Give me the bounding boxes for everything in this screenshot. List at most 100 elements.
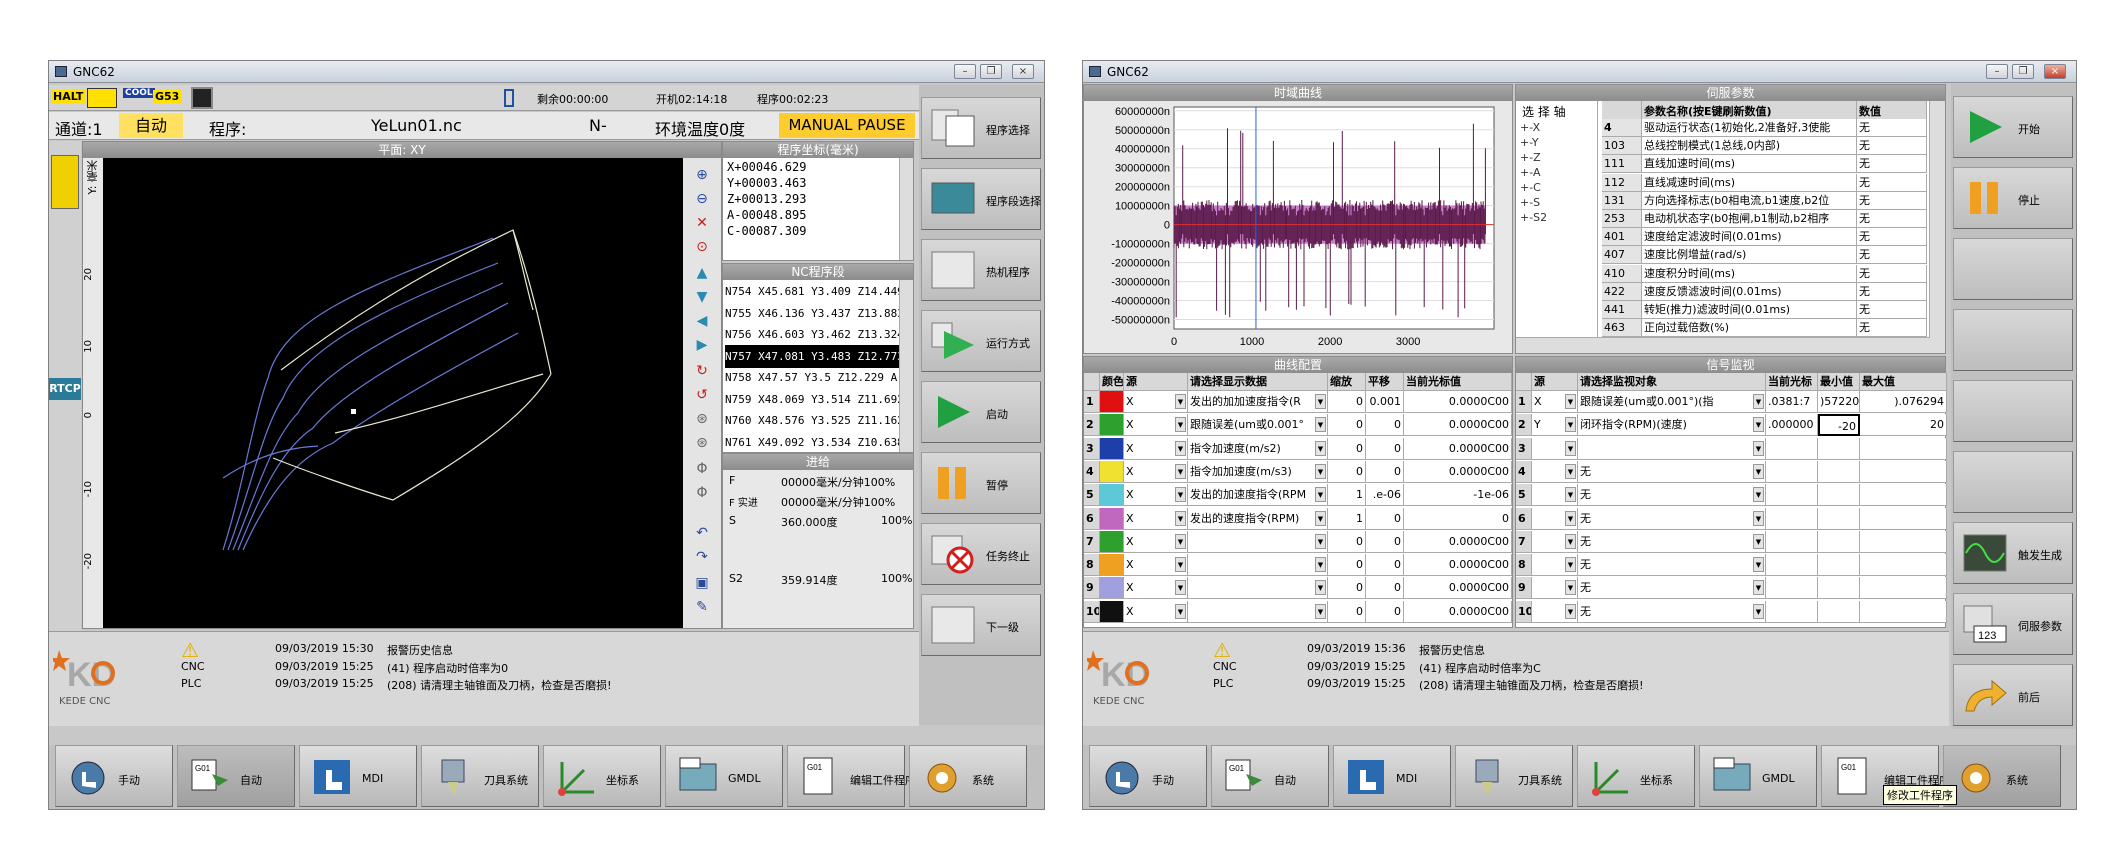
cfg-data-select[interactable]: 发出的加加速度指令(R ▼: [1188, 391, 1328, 413]
cfg-shift-input[interactable]: 0: [1366, 577, 1404, 600]
param-hscrollbar[interactable]: [1516, 337, 1930, 353]
cfg-source-select[interactable]: X ▼: [1124, 484, 1188, 507]
nc-line[interactable]: N759 X48.069 Y3.514 Z11.692: [725, 388, 901, 411]
cfg-data-select[interactable]: ▼: [1188, 554, 1328, 577]
cfg-scale-input[interactable]: 1: [1328, 484, 1366, 507]
cfg-source-select[interactable]: X ▼: [1124, 507, 1188, 530]
sig-source-select[interactable]: ▼: [1532, 484, 1578, 507]
sig-min-input[interactable]: [1818, 577, 1860, 600]
nc-line[interactable]: N756 X46.603 Y3.462 Z13.324: [725, 323, 901, 346]
cfg-data-select[interactable]: ▼: [1188, 577, 1328, 600]
cfg-color-swatch[interactable]: [1100, 507, 1124, 530]
move-left-icon[interactable]: ◀: [691, 310, 713, 332]
maximize-button[interactable]: ❐: [980, 64, 1002, 79]
close-button[interactable]: ×: [1012, 64, 1034, 79]
task-stop-button[interactable]: 任务终止: [921, 523, 1041, 585]
nc-scrollbar[interactable]: [899, 280, 913, 452]
sig-max-input[interactable]: [1860, 600, 1947, 623]
sig-object-select[interactable]: ▼: [1578, 437, 1766, 460]
cfg-shift-input[interactable]: 0: [1366, 507, 1404, 530]
cfg-color-swatch[interactable]: [1100, 577, 1124, 600]
param-name[interactable]: 速度比例增益(rad/s): [1642, 246, 1857, 265]
sig-source-select[interactable]: ▼: [1532, 507, 1578, 530]
param-id[interactable]: 422: [1602, 282, 1642, 301]
param-name[interactable]: 电动机状态字(b0抱闸,b1制动,b2相序: [1642, 210, 1857, 228]
pen-icon[interactable]: ✎: [691, 596, 713, 618]
zoom-in-icon[interactable]: ⊕: [691, 164, 713, 186]
sig-object-select[interactable]: 跟随误差(um或0.001°)(指 ▼: [1578, 391, 1766, 413]
param-value[interactable]: 无: [1857, 319, 1927, 337]
cfg-scale-input[interactable]: 0: [1328, 530, 1366, 553]
nav-tool-system-button[interactable]: 刀具系统: [421, 745, 539, 807]
param-name[interactable]: 驱动运行状态(1初始化,2准备好,3使能: [1642, 119, 1857, 137]
sig-object-select[interactable]: 无 ▼: [1578, 460, 1766, 483]
close-button[interactable]: ×: [2044, 64, 2066, 79]
move-right-icon[interactable]: ▶: [691, 334, 713, 356]
nav-coordinate-system-button[interactable]: 坐标系: [543, 745, 661, 807]
sig-min-input[interactable]: [1818, 437, 1860, 460]
trigger-generate-button[interactable]: 触发生成: [1953, 522, 2073, 584]
param-name[interactable]: 速度积分时间(ms): [1642, 264, 1857, 283]
cfg-shift-input[interactable]: .e-06: [1366, 484, 1404, 507]
cfg-shift-input[interactable]: 0: [1366, 554, 1404, 577]
nav-edit-program-button[interactable]: G01 编辑工件程序: [787, 745, 916, 807]
sig-max-input[interactable]: [1860, 484, 1947, 507]
nav-system-button[interactable]: 系统: [1943, 745, 2061, 807]
param-id[interactable]: 4: [1602, 119, 1642, 137]
blank-5-button[interactable]: [1953, 451, 2073, 513]
rotate-x-icon[interactable]: ↻: [691, 360, 713, 382]
param-name[interactable]: 速度给定滤波时间(0.01ms): [1642, 228, 1857, 247]
axis-node-z[interactable]: +-Z: [1520, 151, 1541, 164]
param-name[interactable]: 正向过载倍数(%): [1642, 319, 1857, 337]
param-value[interactable]: 无: [1857, 282, 1927, 301]
cfg-scale-input[interactable]: 0: [1328, 600, 1366, 623]
select-icon[interactable]: ▣: [691, 572, 713, 594]
nav-system-button[interactable]: 系统: [909, 745, 1027, 807]
param-id[interactable]: 103: [1602, 137, 1642, 156]
cfg-scale-input[interactable]: 0: [1328, 437, 1366, 460]
move-up-icon[interactable]: ▲: [691, 262, 713, 284]
param-name[interactable]: 直线减速时间(ms): [1642, 173, 1857, 192]
cfg-color-swatch[interactable]: [1100, 460, 1124, 483]
param-value[interactable]: 无: [1857, 155, 1927, 174]
cfg-color-swatch[interactable]: [1100, 414, 1124, 437]
sig-max-input[interactable]: [1860, 554, 1947, 577]
axis-node-x[interactable]: +-X: [1520, 121, 1540, 134]
cfg-data-select[interactable]: 指令加加速度(m/s3) ▼: [1188, 460, 1328, 483]
param-value[interactable]: 无: [1857, 191, 1927, 210]
cfg-scale-input[interactable]: 0: [1328, 460, 1366, 483]
cfg-data-select[interactable]: 指令加速度(m/s2) ▼: [1188, 437, 1328, 460]
center-icon[interactable]: ⊙: [691, 236, 713, 258]
cfg-data-select[interactable]: ▼: [1188, 530, 1328, 553]
nav-coordinate-system-button[interactable]: 坐标系: [1577, 745, 1695, 807]
stop-button[interactable]: 停止: [1953, 167, 2073, 229]
undo-icon[interactable]: ↶: [691, 522, 713, 544]
axis-node-s2[interactable]: +-S2: [1520, 211, 1547, 224]
sig-min-input[interactable]: [1818, 530, 1860, 553]
cfg-shift-input[interactable]: 0: [1366, 600, 1404, 623]
param-value[interactable]: 无: [1857, 173, 1927, 192]
param-scrollbar[interactable]: [1929, 101, 1945, 353]
cfg-source-select[interactable]: X ▼: [1124, 530, 1188, 553]
back-button[interactable]: 前后: [1953, 664, 2073, 726]
zoom-out-icon[interactable]: ⊖: [691, 188, 713, 210]
cfg-shift-input[interactable]: 0.001: [1366, 391, 1404, 413]
param-id[interactable]: 410: [1602, 264, 1642, 283]
cfg-color-swatch[interactable]: [1100, 530, 1124, 553]
param-value[interactable]: 无: [1857, 246, 1927, 265]
cfg-shift-input[interactable]: 0: [1366, 414, 1404, 437]
start-button[interactable]: 启动: [921, 381, 1041, 443]
cfg-shift-input[interactable]: 0: [1366, 530, 1404, 553]
sig-min-input[interactable]: )57220: [1818, 391, 1860, 413]
program-select-button[interactable]: 程序选择: [921, 97, 1041, 159]
rotate-z-icon[interactable]: ⊛: [691, 408, 713, 430]
param-id[interactable]: 463: [1602, 319, 1642, 337]
cfg-source-select[interactable]: X ▼: [1124, 600, 1188, 623]
cfg-color-swatch[interactable]: [1100, 391, 1124, 413]
nav-gmdl-button[interactable]: GMDL: [1699, 745, 1817, 807]
nav-auto-button[interactable]: G01 自动: [177, 745, 295, 807]
maximize-button[interactable]: ❐: [2012, 64, 2034, 79]
move-down-icon[interactable]: ▼: [691, 286, 713, 308]
start-button[interactable]: 开始: [1953, 96, 2073, 158]
sig-source-select[interactable]: ▼: [1532, 437, 1578, 460]
